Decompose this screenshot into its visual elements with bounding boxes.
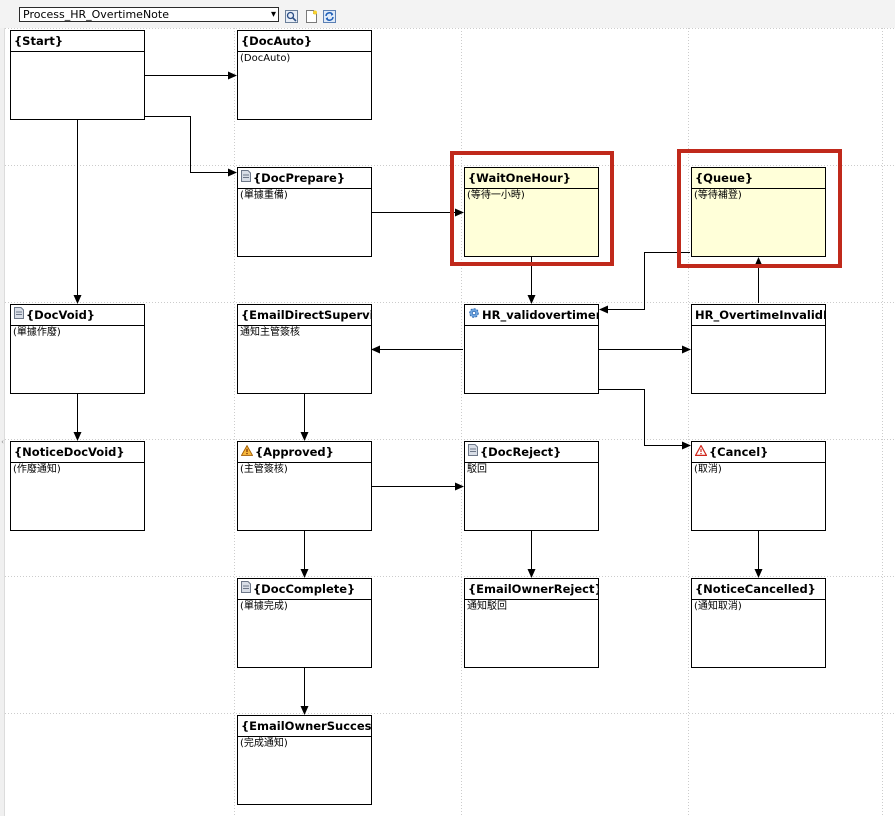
node-description: (完成通知) [240, 738, 288, 749]
node-description: 通知駁回 [467, 601, 507, 612]
node-docprepare[interactable]: {DocPrepare} (單據重備) [237, 167, 372, 257]
workflow-connectors [5, 28, 895, 816]
node-title: {DocAuto} [241, 33, 313, 48]
document-icon [468, 443, 478, 462]
node-description: (等待一小時) [467, 190, 525, 201]
grid-lines [5, 28, 895, 816]
node-start[interactable]: {Start} [10, 30, 145, 120]
node-title: {Cancel} [709, 444, 769, 459]
node-noticedocvoid[interactable]: {NoticeDocVoid} (作廢通知) [10, 441, 145, 531]
node-title: {Approved} [255, 444, 334, 459]
node-title: {EmailDirectSupervis [241, 307, 371, 322]
node-title: {DocComplete} [253, 581, 356, 596]
node-noticecancelled[interactable]: {NoticeCancelled} (通知取消) [691, 578, 826, 668]
node-title: {DocVoid} [26, 307, 95, 322]
node-title: {Queue} [695, 170, 754, 185]
node-cancel[interactable]: {Cancel} (取消) [691, 441, 826, 531]
edge-start-docprepare [145, 116, 237, 177]
alert-icon [694, 443, 708, 462]
node-description: (取消) [694, 464, 722, 475]
node-description: 駁回 [467, 464, 487, 475]
node-description: (DocAuto) [240, 53, 291, 64]
document-icon [241, 580, 251, 599]
node-title: {Start} [14, 33, 64, 48]
node-queue[interactable]: {Queue} (等待補登) [691, 167, 826, 257]
edge-hrvalid-cancel [599, 389, 691, 450]
node-description: (作廢通知) [13, 464, 61, 475]
node-title: {EmailOwnerReject} [468, 581, 598, 596]
node-title: {NoticeCancelled} [695, 581, 816, 596]
node-title: {DocReject} [480, 444, 562, 459]
node-docvoid[interactable]: {DocVoid} (單據作廢) [10, 304, 145, 394]
node-waitonehour[interactable]: {WaitOneHour} (等待一小時) [464, 167, 599, 257]
warning-icon [240, 443, 254, 462]
node-docauto[interactable]: {DocAuto} (DocAuto) [237, 30, 372, 120]
node-doccomplete[interactable]: {DocComplete} (單據完成) [237, 578, 372, 668]
node-emaildirectsupervisor[interactable]: {EmailDirectSupervis 通知主管簽核 [237, 304, 372, 394]
node-title: HR_OvertimeInvalidN [695, 307, 825, 322]
document-icon [241, 169, 251, 188]
node-description: (等待補登) [694, 190, 742, 201]
node-emailownersuccess[interactable]: {EmailOwnerSuccess (完成通知) [237, 715, 372, 805]
node-title: {EmailOwnerSuccess [241, 718, 371, 733]
node-docreject[interactable]: {DocReject} 駁回 [464, 441, 599, 531]
node-emailownerreject[interactable]: {EmailOwnerReject} 通知駁回 [464, 578, 599, 668]
node-title: {WaitOneHour} [468, 170, 571, 185]
node-description: (單據完成) [240, 601, 288, 612]
node-title: {DocPrepare} [253, 170, 345, 185]
node-description: (單據重備) [240, 190, 288, 201]
node-description: (主管簽核) [240, 464, 288, 475]
node-title: {NoticeDocVoid} [14, 444, 125, 459]
node-approved[interactable]: {Approved} (主管簽核) [237, 441, 372, 531]
gear-icon [468, 306, 480, 325]
node-hr-validovertime[interactable]: HR_validovertimen [464, 304, 599, 394]
node-description: (通知取消) [694, 601, 742, 612]
node-hr-overtimeinvalid[interactable]: HR_OvertimeInvalidN [691, 304, 826, 394]
document-icon [14, 306, 24, 325]
node-description: 通知主管簽核 [240, 327, 300, 338]
node-title: HR_validovertimen [482, 307, 598, 322]
node-description: (單據作廢) [13, 327, 61, 338]
